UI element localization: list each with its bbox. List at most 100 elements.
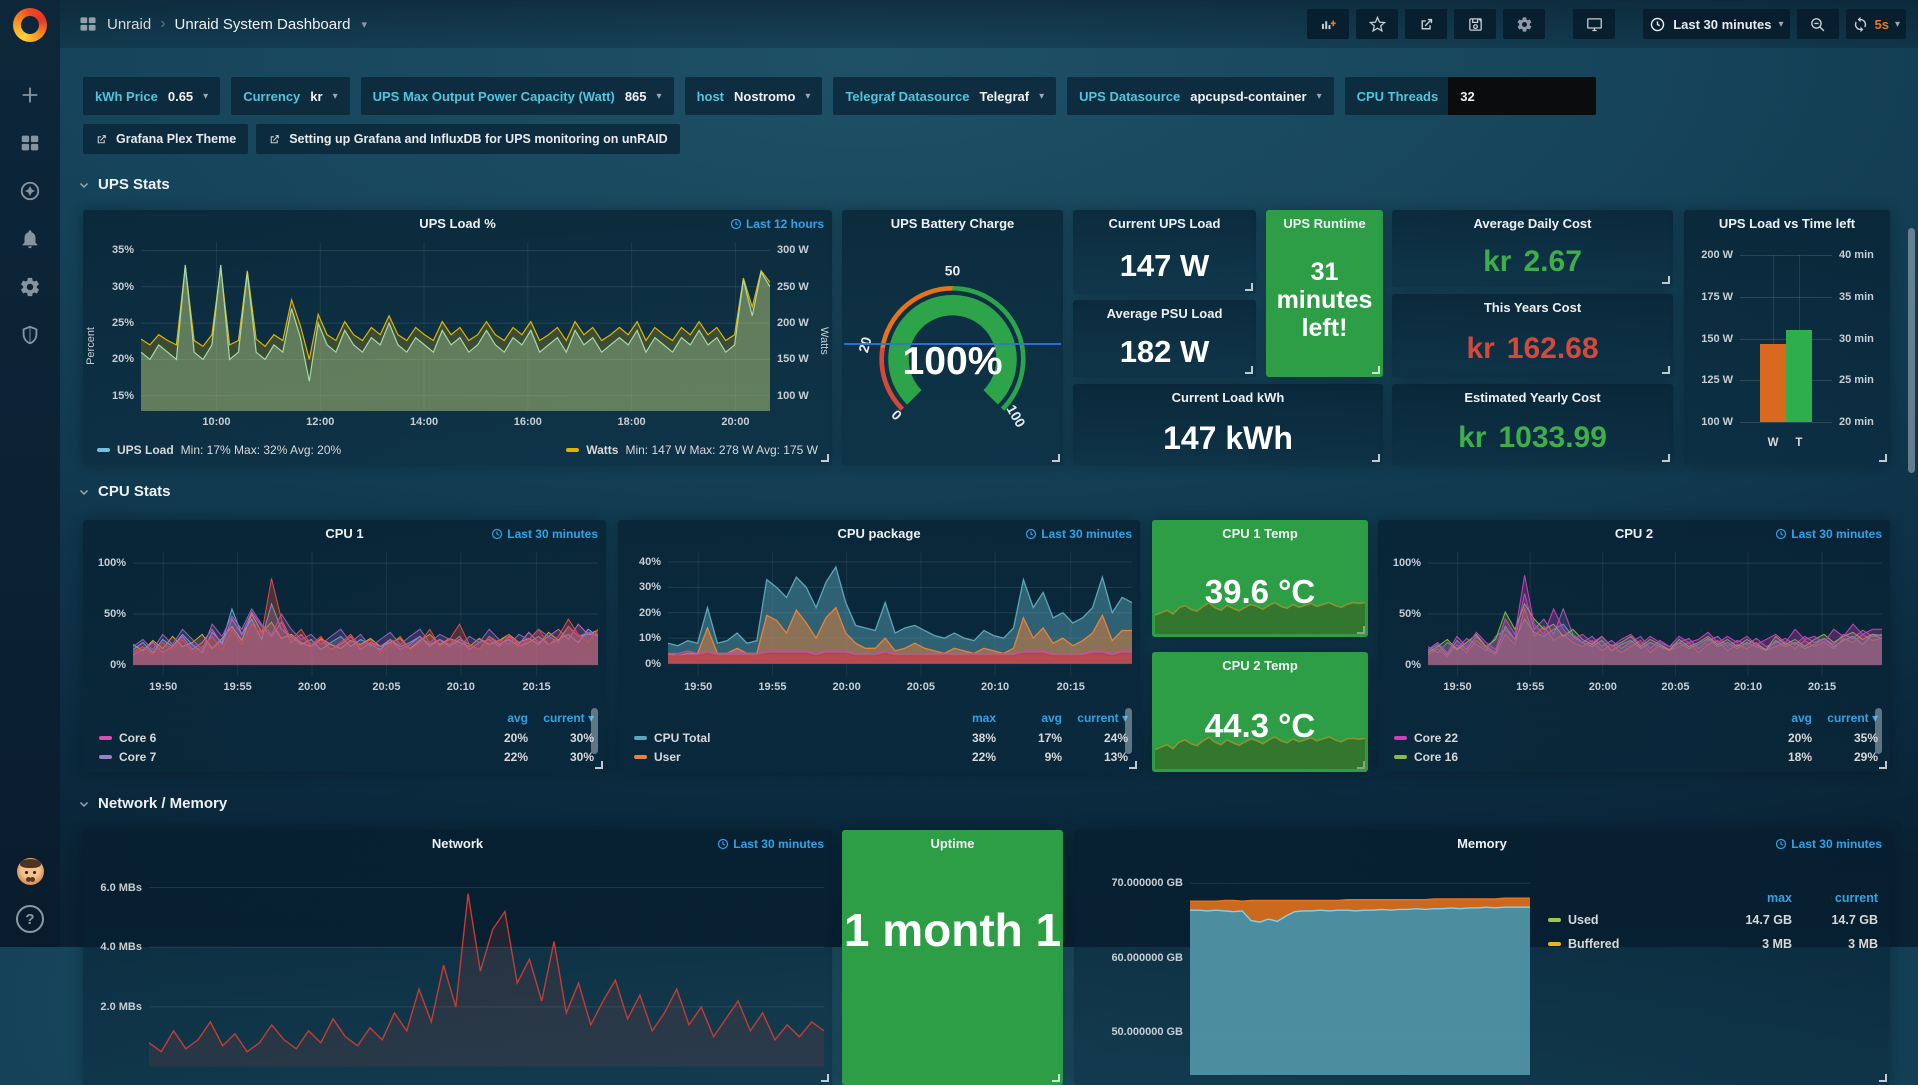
legend-series-name[interactable]: Watts [586, 443, 618, 457]
axis-tick: 20% [112, 353, 134, 365]
panel-title[interactable]: CPU 2 Temp [1152, 652, 1368, 679]
plot-area[interactable] [149, 862, 824, 1075]
section-ups-stats[interactable]: UPS Stats [78, 176, 170, 193]
plot-area[interactable] [133, 552, 598, 676]
legend-column[interactable]: current [1792, 891, 1878, 905]
grafana-logo[interactable] [13, 8, 47, 42]
navbar-actions: Last 30 minutes ▾ 5s ▾ [1307, 9, 1918, 39]
legend-series-name[interactable]: Core 7 [99, 750, 462, 764]
create-plus-icon[interactable] [19, 84, 41, 106]
breadcrumb-folder[interactable]: Unraid [107, 16, 151, 33]
user-avatar[interactable] [17, 858, 44, 885]
legend-series-name[interactable]: Core 22 [1394, 731, 1746, 745]
legend-column[interactable]: current ▾ [528, 711, 594, 725]
panel-title[interactable]: Estimated Yearly Cost [1392, 384, 1673, 411]
help-icon[interactable]: ? [16, 905, 44, 933]
dashboards-icon[interactable] [19, 132, 41, 154]
legend: avgcurrent ▾Core 620%30%Core 722%30% [99, 708, 594, 766]
legend-column[interactable]: max [1706, 891, 1792, 905]
axis-tick: 20:15 [523, 681, 551, 693]
plot-area[interactable] [1428, 552, 1882, 676]
dashboard-grid-icon[interactable] [78, 14, 98, 34]
variable-host[interactable]: hostNostromo▾ [685, 77, 823, 115]
link-grafana-plex-theme[interactable]: Grafana Plex Theme [83, 124, 248, 154]
alerting-bell-icon[interactable] [19, 228, 41, 250]
legend-column[interactable]: current ▾ [1812, 711, 1878, 725]
y-axis-left: 100%50%0% [91, 552, 133, 676]
section-cpu-stats[interactable]: CPU Stats [78, 483, 171, 500]
legend-column[interactable]: avg [1746, 711, 1812, 725]
configuration-gear-icon[interactable] [19, 276, 41, 298]
time-range-picker[interactable]: Last 30 minutes ▾ [1643, 9, 1789, 39]
panel-title[interactable]: Average Daily Cost [1392, 210, 1673, 237]
variable-telegraf-datasource[interactable]: Telegraf DatasourceTelegraf▾ [833, 77, 1056, 115]
legend-column[interactable]: current ▾ [1062, 711, 1128, 725]
plot-area[interactable] [141, 242, 770, 411]
legend-scrollbar[interactable] [1125, 708, 1132, 754]
panel-title[interactable]: Memory [1074, 830, 1890, 857]
legend-series-name[interactable]: User [634, 750, 930, 764]
legend-series-name[interactable]: CPU Total [634, 731, 930, 745]
threshold-line [844, 343, 1061, 345]
legend-value: 30% [528, 750, 594, 764]
refresh-picker[interactable]: 5s ▾ [1846, 9, 1907, 39]
plot-area[interactable] [668, 552, 1132, 676]
variable-ups-max-output[interactable]: UPS Max Output Power Capacity (Watt)865▾ [361, 77, 674, 115]
plot-area[interactable] [1190, 862, 1530, 1075]
panel-title[interactable]: CPU 1 Temp [1152, 520, 1368, 547]
panel-title[interactable]: Current Load kWh [1073, 384, 1383, 411]
zoom-out-button[interactable] [1797, 9, 1839, 39]
axis-tick: 19:55 [1516, 681, 1544, 693]
legend-column[interactable]: avg [462, 711, 528, 725]
chevron-down-icon: ▾ [657, 91, 662, 102]
variable-value: Nostromo [734, 89, 795, 104]
variable-ups-datasource[interactable]: UPS Datasourceapcupsd-container▾ [1067, 77, 1333, 115]
panel-title[interactable]: This Years Cost [1392, 294, 1673, 321]
chevron-down-icon[interactable]: ▾ [361, 18, 367, 31]
legend-scrollbar[interactable] [591, 708, 598, 754]
add-panel-button[interactable] [1307, 9, 1349, 39]
panel-title[interactable]: UPS Load vs Time left [1684, 210, 1890, 237]
variable-currency[interactable]: Currencykr▾ [231, 77, 349, 115]
legend-value: 30% [528, 731, 594, 745]
bar-T[interactable] [1786, 330, 1812, 422]
legend-scrollbar[interactable] [1875, 708, 1882, 754]
admin-shield-icon[interactable] [19, 324, 41, 346]
legend-series-name[interactable]: Used [1548, 913, 1706, 927]
variable-value: kr [310, 89, 322, 104]
save-button[interactable] [1454, 9, 1496, 39]
share-button[interactable] [1405, 9, 1447, 39]
currency-prefix: kr [1458, 421, 1486, 455]
panel-title[interactable]: Average PSU Load [1073, 300, 1256, 327]
variable-kwh-price[interactable]: kWh Price0.65▾ [83, 77, 220, 115]
svg-text:20: 20 [855, 335, 875, 354]
panel-title[interactable]: UPS Battery Charge [842, 210, 1063, 237]
legend-series-name[interactable]: Core 6 [99, 731, 462, 745]
page-scrollbar[interactable] [1908, 228, 1915, 473]
legend-column[interactable]: max [930, 711, 996, 725]
legend-swatch [99, 736, 112, 740]
dashboard-title[interactable]: Unraid System Dashboard [175, 16, 351, 33]
legend-row: Core 2220%35% [1394, 728, 1878, 747]
legend-series-name[interactable]: UPS Load [117, 443, 174, 457]
cpu-threads-input[interactable] [1448, 77, 1596, 115]
dashboard-settings-button[interactable] [1503, 9, 1545, 39]
section-network-memory[interactable]: Network / Memory [78, 795, 227, 812]
y-axis-left: 40%30%20%10%0% [626, 552, 668, 676]
axis-tick: 20:00 [721, 416, 749, 428]
star-button[interactable] [1356, 9, 1398, 39]
panel-title[interactable]: UPS Runtime [1266, 210, 1383, 237]
panel-title[interactable]: UPS Load % [83, 210, 832, 237]
link-ups-monitoring-guide[interactable]: Setting up Grafana and InfluxDB for UPS … [256, 124, 679, 154]
tv-mode-button[interactable] [1573, 9, 1615, 39]
panel-title[interactable]: Uptime [842, 830, 1063, 857]
explore-compass-icon[interactable] [19, 180, 41, 202]
bar-W[interactable] [1760, 344, 1786, 422]
legend-series-name[interactable]: Buffered [1548, 937, 1706, 951]
plot-area[interactable]: WT [1740, 246, 1832, 431]
legend-value: 20% [462, 731, 528, 745]
legend-column[interactable]: avg [996, 711, 1062, 725]
legend-series-name[interactable]: Core 16 [1394, 750, 1746, 764]
panel-current-ups-load: Current UPS Load 147 W [1073, 210, 1256, 294]
panel-title[interactable]: Current UPS Load [1073, 210, 1256, 237]
